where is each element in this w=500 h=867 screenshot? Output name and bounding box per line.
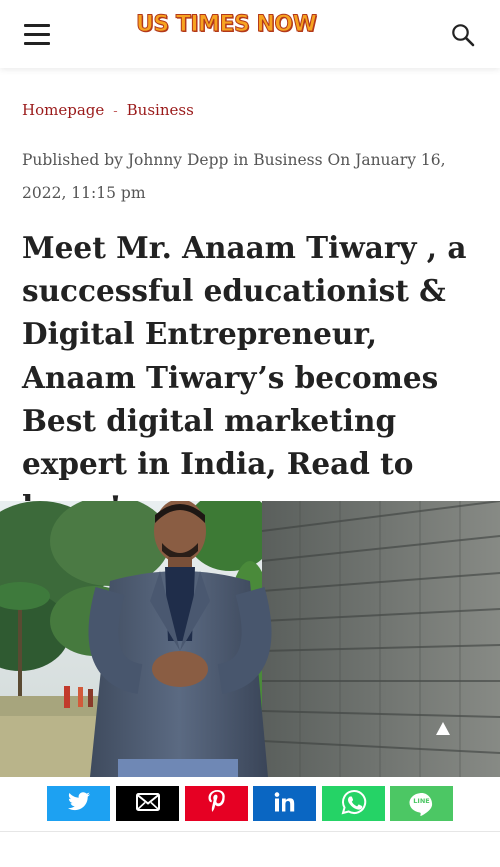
twitter-icon (67, 792, 91, 815)
pinterest-share-button[interactable] (185, 786, 248, 821)
breadcrumb: Homepage - Business (22, 101, 194, 119)
breadcrumb-home-link[interactable]: Homepage (22, 101, 104, 119)
site-header: US TIMES NOW (0, 0, 500, 68)
site-logo[interactable]: US TIMES NOW (135, 12, 317, 38)
line-icon: LINE (408, 792, 436, 816)
article-featured-image (0, 501, 500, 777)
search-icon[interactable] (450, 22, 476, 48)
article-title: Meet Mr. Anaam Tiwary , a successful edu… (22, 230, 467, 524)
line-share-button[interactable]: LINE (390, 786, 453, 821)
whatsapp-share-button[interactable] (322, 786, 385, 821)
linkedin-icon (274, 792, 296, 815)
email-share-button[interactable] (116, 786, 179, 821)
hamburger-menu-icon[interactable] (24, 24, 50, 46)
breadcrumb-category-link[interactable]: Business (127, 101, 194, 119)
linkedin-share-button[interactable] (253, 786, 316, 821)
pinterest-icon (207, 789, 227, 818)
breadcrumb-separator: - (113, 104, 118, 119)
article-meta: Published by Johnny Depp in Business On … (22, 151, 446, 202)
twitter-share-button[interactable] (47, 786, 110, 821)
arrow-up-icon[interactable] (434, 720, 452, 738)
line-icon-label: LINE (413, 796, 430, 805)
whatsapp-icon (341, 789, 367, 818)
share-bar: LINE (0, 777, 500, 832)
email-icon (135, 793, 160, 814)
